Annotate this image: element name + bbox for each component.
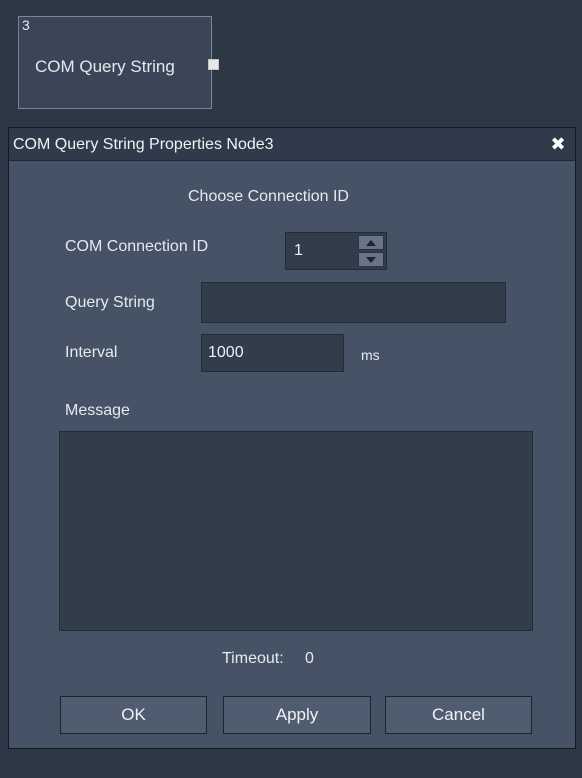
close-icon[interactable]: ✖ — [549, 135, 567, 153]
spin-down-button[interactable] — [358, 252, 384, 267]
connection-id-label: COM Connection ID — [65, 238, 209, 255]
apply-button[interactable]: Apply — [223, 696, 371, 734]
output-port[interactable] — [208, 59, 219, 70]
interval-unit: ms — [361, 347, 380, 363]
spin-up-icon — [366, 239, 376, 246]
query-string-input[interactable] — [201, 282, 506, 323]
dialog-heading: Choose Connection ID — [188, 188, 349, 205]
query-string-label: Query String — [65, 294, 155, 311]
properties-dialog: COM Query String Properties Node3 ✖ Choo… — [8, 127, 576, 749]
timeout-label: Timeout: — [222, 650, 284, 667]
interval-label: Interval — [65, 344, 118, 361]
node-number: 3 — [22, 17, 30, 33]
ok-button[interactable]: OK — [60, 696, 207, 734]
com-query-string-node[interactable]: 3 COM Query String — [18, 16, 219, 109]
message-area[interactable] — [59, 431, 533, 631]
dialog-title: COM Query String Properties Node3 — [13, 136, 274, 153]
spin-buttons — [358, 235, 384, 267]
interval-input[interactable] — [201, 334, 344, 372]
spin-down-icon — [366, 256, 376, 263]
connection-id-spinner — [285, 232, 387, 270]
dialog-titlebar[interactable]: COM Query String Properties Node3 ✖ — [9, 128, 575, 161]
message-label: Message — [65, 402, 130, 419]
spin-up-button[interactable] — [358, 235, 384, 250]
timeout-value: 0 — [305, 650, 314, 667]
node-label: COM Query String — [35, 57, 175, 76]
cancel-button[interactable]: Cancel — [385, 696, 532, 734]
